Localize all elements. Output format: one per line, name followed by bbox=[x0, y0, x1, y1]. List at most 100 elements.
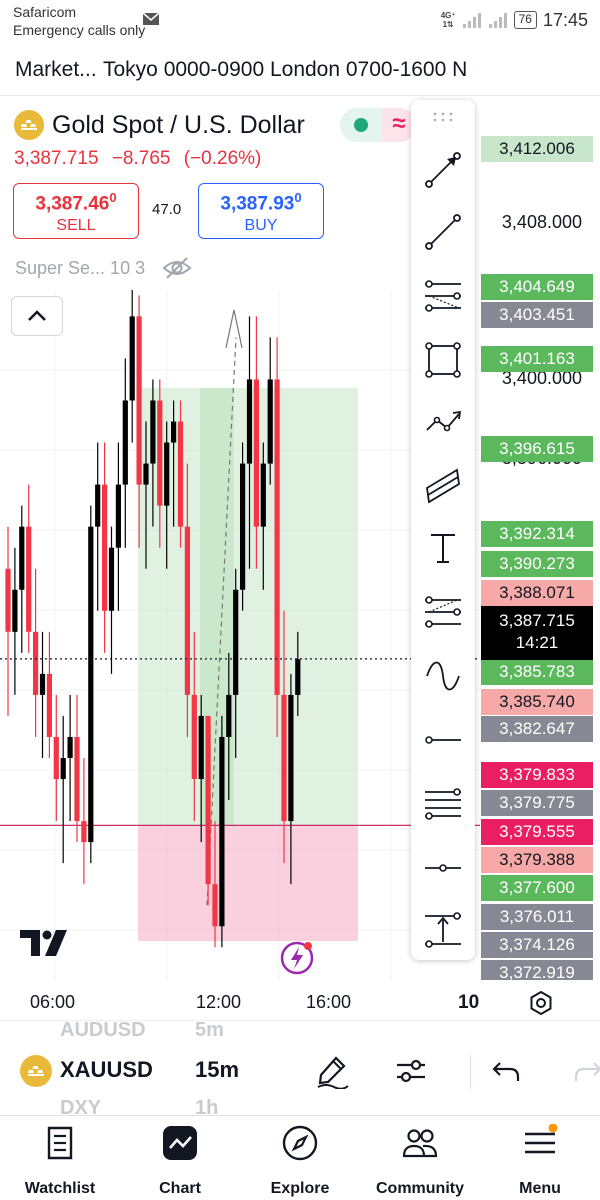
fib-retracement-icon[interactable] bbox=[423, 276, 463, 316]
trend-line-icon[interactable] bbox=[423, 212, 463, 252]
price-scale-label: 3,396.615 bbox=[481, 436, 593, 462]
buy-price-main: 3,387.93 bbox=[220, 193, 295, 215]
symbol-toolbar: AUDUSD 5m XAUUSD 15m DXY 1h bbox=[0, 1020, 600, 1115]
tradingview-logo-icon bbox=[20, 930, 67, 956]
arrow-tool-icon[interactable] bbox=[423, 150, 463, 190]
candle-body bbox=[240, 463, 246, 590]
gold-bars-icon bbox=[14, 110, 44, 140]
status-right: 4G⁺ 1⇅ 76 17:45 bbox=[441, 8, 588, 32]
chart-settings-icon[interactable] bbox=[528, 990, 554, 1016]
candle-body bbox=[164, 442, 170, 506]
path-tool-icon[interactable] bbox=[423, 402, 463, 442]
battery-icon: 76 bbox=[513, 11, 537, 29]
price-scale-label: 3,374.126 bbox=[481, 932, 593, 958]
fib-extension-icon[interactable] bbox=[423, 592, 463, 632]
candle-countdown: 14:21 bbox=[515, 633, 559, 652]
candle-body bbox=[12, 589, 18, 632]
buy-price: 3,387.930 bbox=[199, 190, 323, 215]
timeframe-picker-next[interactable]: 1h bbox=[195, 1097, 218, 1115]
timeframe-picker-prev[interactable]: 5m bbox=[195, 1021, 224, 1042]
flash-icon[interactable] bbox=[279, 940, 315, 976]
horizontal-line-icon[interactable] bbox=[423, 848, 463, 888]
market-status-pill[interactable]: ≈ bbox=[340, 108, 416, 142]
market-open-dot-icon bbox=[354, 118, 368, 132]
parallel-channel-icon[interactable] bbox=[423, 466, 463, 506]
candle-body bbox=[39, 673, 46, 695]
session-hours: Tokyo 0000-0900 London 0700-1600 N bbox=[103, 58, 468, 81]
nav-menu[interactable]: Menu bbox=[480, 1124, 600, 1200]
price-change-percent: (−0.26%) bbox=[183, 148, 262, 169]
sell-price: 3,387.460 bbox=[14, 190, 138, 215]
interval-label[interactable]: 10 bbox=[458, 992, 479, 1014]
symbol-picker-next[interactable]: DXY bbox=[60, 1097, 101, 1115]
collapse-legend-button[interactable] bbox=[11, 296, 63, 336]
sell-label: SELL bbox=[56, 217, 96, 235]
timeframe-selector[interactable]: 15m bbox=[195, 1057, 239, 1083]
candle-body bbox=[233, 589, 239, 695]
nav-label: Watchlist bbox=[24, 1180, 96, 1197]
indicator-legend[interactable]: Super Se... 10 3 bbox=[15, 255, 193, 281]
candle-body bbox=[46, 673, 52, 737]
candle-body bbox=[205, 715, 211, 885]
nav-chart[interactable]: Chart bbox=[120, 1124, 240, 1200]
pitchfan-icon[interactable] bbox=[423, 784, 463, 824]
text-tool-icon[interactable] bbox=[423, 528, 463, 568]
sell-price-pip: 0 bbox=[109, 190, 117, 205]
price-summary: 3,387.715 −8.765 (−0.26%) bbox=[14, 148, 269, 170]
redo-icon[interactable] bbox=[570, 1053, 600, 1089]
symbol-selector[interactable]: XAUUSD bbox=[60, 1057, 153, 1083]
session-info-bar[interactable]: Market... Tokyo 0000-0900 London 0700-16… bbox=[0, 44, 600, 96]
carrier-name: Safaricom bbox=[13, 4, 77, 20]
price-scale-label: 3,377.600 bbox=[481, 875, 593, 901]
nav-label: Menu bbox=[519, 1180, 561, 1197]
buy-button[interactable]: 3,387.930 BUY bbox=[198, 183, 324, 239]
candle-body bbox=[281, 694, 287, 822]
symbol-picker-prev[interactable]: AUDUSD bbox=[60, 1021, 146, 1042]
candle-body bbox=[288, 694, 294, 822]
price-scale-label: 3,382.647 bbox=[481, 716, 593, 742]
nav-explore[interactable]: Explore bbox=[240, 1124, 360, 1200]
sine-wave-icon[interactable] bbox=[423, 656, 463, 696]
candle-body bbox=[67, 736, 73, 758]
sell-price-main: 3,387.46 bbox=[35, 193, 110, 215]
watchlist-icon bbox=[47, 1126, 73, 1160]
price-scale-label: 3,379.388 bbox=[481, 847, 593, 873]
community-icon bbox=[402, 1129, 438, 1158]
price-scale-label: 3,379.833 bbox=[481, 762, 593, 788]
sell-button[interactable]: 3,387.460 SELL bbox=[13, 183, 139, 239]
price-tick-label: 3,408.000 bbox=[501, 212, 582, 232]
candle-body bbox=[26, 526, 32, 632]
indicators-sliders-icon[interactable] bbox=[393, 1053, 429, 1089]
nav-label: Chart bbox=[159, 1180, 201, 1197]
nav-watchlist[interactable]: Watchlist bbox=[0, 1124, 120, 1200]
price-chart[interactable] bbox=[0, 290, 480, 980]
pencil-draw-icon[interactable] bbox=[314, 1053, 350, 1089]
eye-hidden-icon[interactable] bbox=[161, 255, 193, 281]
drag-handle-icon[interactable] bbox=[433, 112, 453, 122]
candle-body bbox=[81, 821, 87, 843]
candle-body bbox=[198, 715, 204, 780]
candle-body bbox=[253, 379, 259, 527]
buy-label: BUY bbox=[244, 217, 278, 235]
time-axis[interactable]: 06:00 12:00 16:00 10 bbox=[0, 984, 600, 1020]
measure-tool-icon[interactable] bbox=[423, 910, 463, 950]
nav-community[interactable]: Community bbox=[360, 1124, 480, 1200]
candle-body bbox=[150, 400, 156, 464]
undo-icon[interactable] bbox=[488, 1053, 524, 1089]
session-title: Market... bbox=[15, 58, 97, 81]
mail-icon bbox=[142, 12, 160, 25]
horizontal-ray-icon[interactable] bbox=[423, 720, 463, 760]
signal-icon-2 bbox=[488, 13, 507, 28]
candle-body bbox=[184, 526, 190, 695]
menu-icon bbox=[525, 1124, 558, 1154]
price-scale-label: 3,376.011 bbox=[481, 904, 593, 930]
rectangle-tool-icon[interactable] bbox=[423, 340, 463, 380]
price-scale-label: 3,372.919 bbox=[481, 960, 593, 982]
nav-label: Community bbox=[376, 1180, 464, 1197]
network-type: 4G⁺ bbox=[440, 11, 456, 20]
symbol-header[interactable]: Gold Spot / U.S. Dollar bbox=[14, 110, 305, 140]
loss-zone bbox=[138, 825, 358, 941]
candle-body bbox=[212, 884, 218, 927]
candle-body bbox=[33, 631, 39, 695]
candle-body bbox=[5, 568, 11, 632]
